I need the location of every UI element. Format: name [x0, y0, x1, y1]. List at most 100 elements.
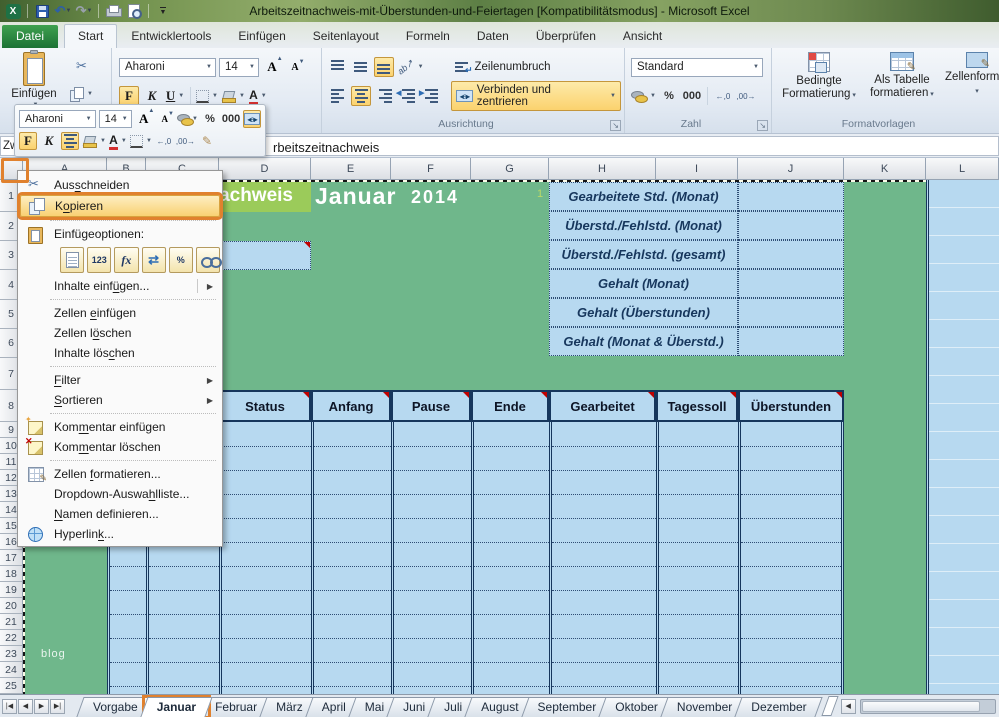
- table-column[interactable]: [738, 422, 844, 694]
- table-column[interactable]: [549, 422, 656, 694]
- paste-link-icon[interactable]: [196, 247, 220, 273]
- font-name-select[interactable]: Aharoni: [119, 58, 216, 77]
- shrink-font-button[interactable]: A▼: [285, 57, 305, 77]
- underline-button[interactable]: U: [165, 86, 185, 106]
- excel-logo-icon[interactable]: [4, 2, 22, 20]
- decrease-decimal-button[interactable]: ,00→: [736, 86, 756, 106]
- table-column[interactable]: [311, 422, 391, 694]
- menu-item-dropdown-auswahlliste[interactable]: Dropdown-Auswahlliste...: [20, 484, 220, 504]
- menu-item-kommentar-einfügen[interactable]: Kommentar einfügen: [20, 417, 220, 437]
- row-header-17[interactable]: 17: [0, 550, 23, 566]
- align-middle-button[interactable]: [351, 57, 371, 77]
- font-size-select[interactable]: 14: [219, 58, 259, 77]
- table-header-anfang[interactable]: Anfang: [311, 390, 391, 422]
- column-header-i[interactable]: I: [656, 158, 738, 180]
- summary-value-cell[interactable]: [738, 240, 844, 269]
- mini-borders-button[interactable]: [130, 132, 152, 150]
- increase-decimal-button[interactable]: ←,0: [713, 86, 733, 106]
- menu-item-zellen-löschen[interactable]: Zellen löschen: [20, 323, 220, 343]
- insert-sheet-tab[interactable]: [823, 696, 837, 716]
- mini-fill-color-button[interactable]: [82, 132, 106, 150]
- menu-item-ausschneiden[interactable]: Ausschneiden: [20, 175, 220, 195]
- table-column[interactable]: [471, 422, 549, 694]
- mini-merge-center-button[interactable]: [243, 110, 261, 128]
- summary-label-cell[interactable]: Gehalt (Monat & Überstd.): [549, 327, 738, 356]
- column-header-f[interactable]: F: [391, 158, 471, 180]
- sheet-tab-vorgabe[interactable]: Vorgabe: [80, 697, 151, 717]
- column-header-k[interactable]: K: [844, 158, 926, 180]
- increase-indent-button[interactable]: ▶: [420, 86, 440, 106]
- menu-item-kopieren[interactable]: Kopieren: [20, 195, 220, 217]
- sheet-tab-september[interactable]: September: [525, 697, 610, 717]
- column-header-j[interactable]: J: [738, 158, 844, 180]
- paste-formatting-icon[interactable]: %: [169, 247, 193, 273]
- undo-dropdown-icon[interactable]: [65, 8, 71, 14]
- next-sheet-button[interactable]: [34, 699, 49, 714]
- align-right-button[interactable]: [374, 86, 394, 106]
- tab-ansicht[interactable]: Ansicht: [610, 25, 675, 48]
- font-color-button[interactable]: A: [248, 86, 268, 106]
- row-header-23[interactable]: 23: [0, 646, 23, 662]
- summary-value-cell[interactable]: [738, 182, 844, 211]
- table-header-tagessoll[interactable]: Tagessoll: [656, 390, 738, 422]
- row-header-18[interactable]: 18: [0, 566, 23, 582]
- previous-sheet-button[interactable]: [18, 699, 33, 714]
- paste-icon[interactable]: [60, 247, 84, 273]
- qat-customize-button[interactable]: [154, 2, 172, 20]
- menu-item-inhalte-löschen[interactable]: Inhalte löschen: [20, 343, 220, 363]
- tab-seitenlayout[interactable]: Seitenlayout: [300, 25, 392, 48]
- italic-button[interactable]: K: [142, 86, 162, 106]
- column-header-l[interactable]: L: [926, 158, 999, 180]
- row-header-21[interactable]: 21: [0, 614, 23, 630]
- last-sheet-button[interactable]: [50, 699, 65, 714]
- currency-format-button[interactable]: [631, 86, 656, 106]
- undo-button[interactable]: [54, 2, 72, 20]
- align-bottom-button[interactable]: [374, 57, 394, 77]
- summary-label-cell[interactable]: Gehalt (Überstunden): [549, 298, 738, 327]
- table-column[interactable]: [656, 422, 738, 694]
- table-header-überstunden[interactable]: Überstunden: [738, 390, 844, 422]
- borders-button[interactable]: [196, 86, 218, 106]
- column-l-cells[interactable]: [926, 180, 999, 694]
- mini-font-color-button[interactable]: A: [109, 132, 127, 150]
- tab-entwicklertools[interactable]: Entwicklertools: [118, 25, 224, 48]
- mini-italic-button[interactable]: K: [40, 132, 58, 150]
- summary-label-cell[interactable]: Überstd./Fehlstd. (Monat): [549, 211, 738, 240]
- mini-shrink-font-button[interactable]: A▼: [156, 110, 174, 128]
- column-header-h[interactable]: H: [549, 158, 656, 180]
- menu-item-hyperlink[interactable]: Hyperlink...: [20, 524, 220, 544]
- number-format-select[interactable]: Standard: [631, 58, 763, 77]
- paste-values-icon[interactable]: 123: [87, 247, 111, 273]
- decrease-indent-button[interactable]: ◀: [397, 86, 417, 106]
- number-dialog-launcher[interactable]: [757, 121, 768, 130]
- table-column[interactable]: [219, 422, 311, 694]
- percent-format-button[interactable]: %: [659, 86, 679, 106]
- tab-einfügen[interactable]: Einfügen: [225, 25, 298, 48]
- column-header-g[interactable]: G: [471, 158, 549, 180]
- redo-button[interactable]: [75, 2, 93, 20]
- table-header-status[interactable]: Status: [219, 390, 311, 422]
- sheet-tab-november[interactable]: November: [664, 697, 745, 717]
- table-header-gearbeitet[interactable]: Gearbeitet: [549, 390, 656, 422]
- mini-currency-button[interactable]: [177, 110, 198, 128]
- tab-start[interactable]: Start: [64, 24, 117, 48]
- summary-label-cell[interactable]: Gearbeitete Std. (Monat): [549, 182, 738, 211]
- menu-item-inhalte-einfügen[interactable]: Inhalte einfügen...: [20, 276, 220, 296]
- row-header-20[interactable]: 20: [0, 598, 23, 614]
- chevron-down-icon[interactable]: [610, 93, 616, 99]
- menu-item-sortieren[interactable]: Sortieren: [20, 390, 220, 410]
- row-header-24[interactable]: 24: [0, 662, 23, 678]
- mini-percent-button[interactable]: %: [201, 110, 219, 128]
- tab-daten[interactable]: Daten: [464, 25, 522, 48]
- summary-value-cell[interactable]: [738, 211, 844, 240]
- mini-font-name-select[interactable]: Aharoni: [19, 110, 96, 128]
- transpose-icon[interactable]: [142, 247, 166, 273]
- save-button[interactable]: [33, 2, 51, 20]
- bold-button[interactable]: F: [119, 86, 139, 106]
- tab-formeln[interactable]: Formeln: [393, 25, 463, 48]
- row-header-22[interactable]: 22: [0, 630, 23, 646]
- menu-item-filter[interactable]: Filter: [20, 370, 220, 390]
- summary-label-cell[interactable]: Überstd./Fehlstd. (gesamt): [549, 240, 738, 269]
- table-header-ende[interactable]: Ende: [471, 390, 549, 422]
- paste-formulas-icon[interactable]: fx: [114, 247, 138, 273]
